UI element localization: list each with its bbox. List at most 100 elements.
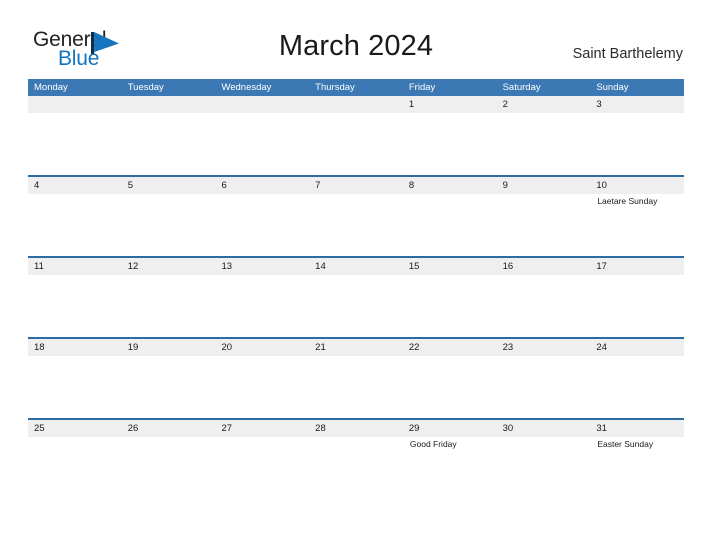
- day-events: [122, 113, 216, 115]
- day-number: 30: [502, 423, 514, 434]
- day-cell[interactable]: 17: [590, 258, 685, 337]
- day-cell[interactable]: 28: [309, 420, 403, 499]
- day-number-band: 22: [402, 339, 497, 356]
- day-cell[interactable]: 5: [121, 177, 216, 256]
- day-number: 5: [127, 180, 134, 191]
- day-events: [497, 113, 591, 115]
- day-events: [497, 194, 591, 196]
- day-event-label: Good Friday: [409, 439, 457, 449]
- day-cell[interactable]: 16: [496, 258, 591, 337]
- day-cell[interactable]: 7: [309, 177, 403, 256]
- day-number-band: 10: [590, 177, 685, 194]
- weekday-header-saturday: Saturday: [502, 82, 541, 93]
- day-number: 28: [315, 423, 326, 434]
- day-events: [122, 356, 216, 358]
- day-cell[interactable]: 15: [402, 258, 497, 337]
- weekday-header-monday: Monday: [34, 82, 68, 93]
- weekday-header-tuesday: Tuesday: [127, 82, 164, 93]
- week-cells: 11 12 13 14 15 16 17: [28, 258, 685, 337]
- day-events: [215, 356, 309, 358]
- month-calendar: Monday Tuesday Wednesday Thursday Friday…: [28, 79, 685, 499]
- day-number: 2: [502, 99, 508, 110]
- day-events: Easter Sunday: [590, 437, 684, 450]
- day-cell[interactable]: 3: [590, 96, 685, 175]
- day-number: 23: [502, 342, 514, 353]
- day-cell[interactable]: 25: [28, 420, 122, 499]
- day-number-band: 2: [496, 96, 591, 113]
- day-number: 15: [408, 261, 420, 272]
- day-cell[interactable]: 4: [28, 177, 122, 256]
- day-cell[interactable]: 9: [496, 177, 591, 256]
- calendar-weeks: 1 2 3 4 5 6 7 8 9 10 Laetare Sunday 11 12 13 14 15 16 17 1…: [28, 96, 685, 499]
- day-number-band: 13: [215, 258, 310, 275]
- weekday-header-thursday: Thursday: [315, 82, 355, 93]
- day-events: [28, 437, 122, 439]
- day-number-band: 18: [28, 339, 122, 356]
- day-cell[interactable]: 12: [121, 258, 216, 337]
- day-cell[interactable]: 31 Easter Sunday: [590, 420, 685, 499]
- day-number-band: 1: [402, 96, 497, 113]
- day-cell[interactable]: 27: [215, 420, 310, 499]
- day-cell[interactable]: 24: [590, 339, 685, 418]
- weekday-header-wednesday: Wednesday: [221, 82, 272, 93]
- day-cell[interactable]: 11: [28, 258, 122, 337]
- day-event-label: Laetare Sunday: [597, 196, 658, 206]
- day-cell-empty: [121, 96, 216, 175]
- day-cell[interactable]: 1: [402, 96, 497, 175]
- day-events: Good Friday: [403, 437, 497, 450]
- day-events: [497, 275, 591, 277]
- day-events: [309, 356, 403, 358]
- day-events: [122, 194, 216, 196]
- day-cell[interactable]: 20: [215, 339, 310, 418]
- weekday-header-sunday: Sunday: [596, 82, 629, 93]
- day-cell[interactable]: 23: [496, 339, 591, 418]
- week-cells: 1 2 3: [28, 96, 685, 175]
- day-number-band: 19: [121, 339, 216, 356]
- day-cell[interactable]: 2: [496, 96, 591, 175]
- day-cell[interactable]: 6: [215, 177, 310, 256]
- day-cell[interactable]: 13: [215, 258, 310, 337]
- week-row: 1 2 3: [28, 96, 685, 175]
- week-cells: 4 5 6 7 8 9 10 Laetare Sunday: [28, 177, 685, 256]
- day-number-band: 3: [590, 96, 685, 113]
- day-cell[interactable]: 22: [402, 339, 497, 418]
- day-number-band: 16: [496, 258, 591, 275]
- day-events: [309, 113, 403, 115]
- day-number-band: 26: [121, 420, 216, 437]
- day-cell[interactable]: 18: [28, 339, 122, 418]
- week-row: 11 12 13 14 15 16 17: [28, 256, 685, 337]
- day-number: 7: [315, 180, 321, 191]
- page-header: General Blue March 2024 Saint Barthelemy: [0, 0, 712, 78]
- day-number: 18: [34, 342, 45, 353]
- day-number-band: 27: [215, 420, 310, 437]
- day-cell[interactable]: 26: [121, 420, 216, 499]
- day-cell[interactable]: 14: [309, 258, 403, 337]
- day-event-label: Easter Sunday: [597, 439, 654, 449]
- day-events: [309, 437, 403, 439]
- day-number: 25: [34, 423, 45, 434]
- day-number-band: 6: [215, 177, 310, 194]
- day-cell[interactable]: 30: [496, 420, 591, 499]
- day-number-band: 28: [309, 420, 403, 437]
- day-events: [590, 113, 684, 115]
- day-cell[interactable]: 21: [309, 339, 403, 418]
- weekday-header-friday: Friday: [408, 82, 436, 93]
- day-events: [403, 194, 497, 196]
- day-events: [590, 356, 684, 358]
- day-events: [590, 275, 684, 277]
- day-cell[interactable]: 29 Good Friday: [402, 420, 497, 499]
- day-number-band: [309, 96, 403, 113]
- day-cell[interactable]: 8: [402, 177, 497, 256]
- week-cells: 25 26 27 28 29 Good Friday 30 31 Easter Sunday: [28, 420, 685, 499]
- day-cell-empty: [215, 96, 310, 175]
- day-events: [403, 356, 497, 358]
- day-events: Laetare Sunday: [590, 194, 684, 207]
- day-number: 24: [596, 342, 607, 353]
- week-cells: 18 19 20 21 22 23 24: [28, 339, 685, 418]
- day-number-band: 23: [496, 339, 591, 356]
- day-events: [122, 437, 216, 439]
- day-cell[interactable]: 19: [121, 339, 216, 418]
- day-number: 9: [502, 180, 508, 191]
- day-cell[interactable]: 10 Laetare Sunday: [590, 177, 685, 256]
- day-events: [28, 113, 122, 115]
